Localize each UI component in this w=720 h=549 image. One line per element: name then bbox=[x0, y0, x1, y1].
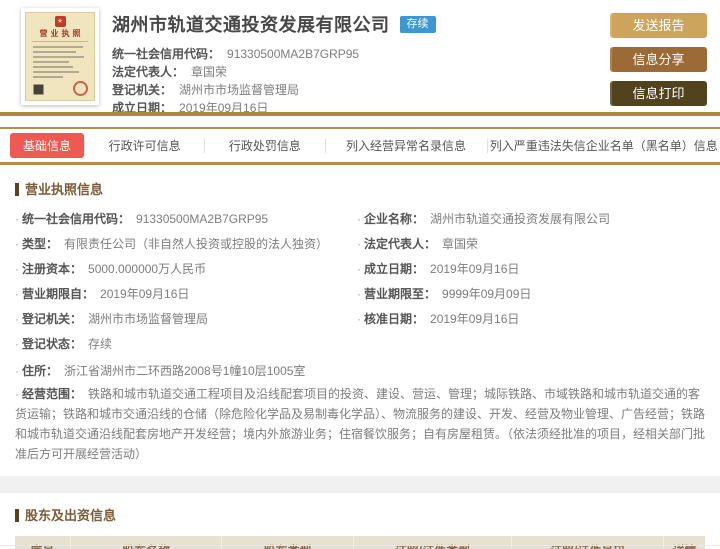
field-legal-representative: 法定代表人：章国荣 bbox=[357, 236, 705, 252]
header-action-buttons: 发送报告 信息分享 信息打印 bbox=[610, 13, 707, 115]
business-license-thumbnail[interactable]: ★ 营业执照 bbox=[21, 8, 99, 105]
field-establish-date: 成立日期：2019年09月16日 bbox=[357, 261, 705, 277]
tab-admin-penalty-info[interactable]: 行政处罚信息 bbox=[205, 137, 324, 154]
header-summary-fields: 统一社会信用代码： 91330500MA2B7GRP95 法定代表人： 章国荣 登记… bbox=[112, 45, 436, 117]
section-title-business-license: 营业执照信息 bbox=[15, 179, 705, 198]
tab-admin-license-info[interactable]: 行政许可信息 bbox=[85, 137, 204, 154]
field-registration-status: 登记状态：存续 bbox=[15, 336, 345, 352]
header-field-credit-code: 统一社会信用代码： 91330500MA2B7GRP95 bbox=[112, 47, 360, 61]
header-field-legal-rep: 法定代表人： 章国荣 bbox=[112, 65, 228, 79]
field-address: 住所：浙江省湖州市二环西路2008号1幢10层1005室 bbox=[15, 361, 705, 381]
info-share-button[interactable]: 信息分享 bbox=[610, 47, 707, 72]
col-header-detail: 详情 bbox=[663, 536, 705, 549]
field-business-scope: 经营范围：铁路和城市轨道交通工程项目及沿线配套项目的投资、建设、营运、管理；城际… bbox=[15, 384, 705, 464]
page-bottom-divider bbox=[0, 545, 720, 546]
section-title-shareholders: 股东及出资信息 bbox=[15, 505, 705, 524]
license-text-lines bbox=[26, 46, 94, 78]
section-separator-band bbox=[0, 476, 720, 493]
section-marker-icon bbox=[15, 183, 19, 196]
col-header-cert-type: 证照/证件类型 bbox=[353, 536, 513, 549]
header-field-registry: 登记机关： 湖州市市场监督管理局 bbox=[112, 83, 300, 97]
tab-basic-info[interactable]: 基础信息 bbox=[10, 133, 85, 158]
license-divider bbox=[32, 41, 88, 42]
page-title-company-name: 湖州市轨道交通投资发展有限公司 bbox=[112, 15, 390, 35]
shareholders-section: 股东及出资信息 序号 股东名称 股东类型 证照/证件类型 证照/证件号码 详情 bbox=[0, 493, 720, 549]
gold-divider-rule bbox=[0, 112, 720, 116]
license-fields-grid: 统一社会信用代码：91330500MA2B7GRP95 类型：有限责任公司（非自… bbox=[15, 211, 705, 361]
table-header-row: 序号 股东名称 股东类型 证照/证件类型 证照/证件号码 详情 bbox=[15, 536, 705, 549]
field-term-from: 营业期限自：2019年09月16日 bbox=[15, 286, 345, 302]
shareholders-table: 序号 股东名称 股东类型 证照/证件类型 证照/证件号码 详情 1 湖州市交通投… bbox=[15, 536, 705, 549]
field-approval-date: 核准日期：2019年09月16日 bbox=[357, 311, 705, 327]
license-full-width-fields: 住所：浙江省湖州市二环西路2008号1幢10层1005室 经营范围：铁路和城市轨… bbox=[15, 361, 705, 464]
field-credit-code: 统一社会信用代码：91330500MA2B7GRP95 bbox=[15, 211, 345, 227]
company-header: ★ 营业执照 湖州市轨道交通投资发展有限公司 存续 统一社会信用代码： 9133… bbox=[0, 0, 720, 115]
field-registry-authority: 登记机关：湖州市市场监督管理局 bbox=[15, 311, 345, 327]
field-term-to: 营业期限至：9999年09月09日 bbox=[357, 286, 705, 302]
field-registered-capital: 注册资本：5000.000000万人民币 bbox=[15, 261, 345, 277]
license-qr-code-icon bbox=[32, 83, 45, 96]
field-company-name: 企业名称：湖州市轨道交通投资发展有限公司 bbox=[357, 211, 705, 227]
col-header-shareholder-name: 股东名称 bbox=[70, 536, 223, 549]
col-header-shareholder-type: 股东类型 bbox=[221, 536, 354, 549]
col-header-index: 序号 bbox=[15, 536, 71, 549]
national-emblem-icon: ★ bbox=[54, 16, 66, 27]
status-badge: 存续 bbox=[399, 15, 436, 33]
company-info-page: ★ 营业执照 湖州市轨道交通投资发展有限公司 存续 统一社会信用代码： 9133… bbox=[0, 0, 720, 549]
col-header-cert-number: 证照/证件号码 bbox=[511, 536, 665, 549]
info-print-button[interactable]: 信息打印 bbox=[610, 81, 707, 106]
business-license-section: 营业执照信息 统一社会信用代码：91330500MA2B7GRP95 类型：有限… bbox=[0, 165, 720, 464]
license-red-seal-icon bbox=[73, 81, 88, 96]
section-marker-icon bbox=[15, 509, 19, 522]
tab-bar: 基础信息 行政许可信息 行政处罚信息 列入经营异常名录信息 列入严重违法失信企业… bbox=[0, 127, 720, 165]
field-company-type: 类型：有限责任公司（非自然人投资或控股的法人独资） bbox=[15, 236, 345, 252]
license-title: 营业执照 bbox=[39, 29, 84, 38]
main-content: 营业执照信息 统一社会信用代码：91330500MA2B7GRP95 类型：有限… bbox=[0, 165, 720, 549]
tab-blacklist-info[interactable]: 列入严重违法失信企业名单（黑名单）信息 bbox=[488, 137, 720, 154]
tab-abnormal-operation-list[interactable]: 列入经营异常名录信息 bbox=[326, 137, 487, 154]
send-report-button[interactable]: 发送报告 bbox=[610, 13, 707, 38]
business-license-image: ★ 营业执照 bbox=[25, 12, 95, 101]
